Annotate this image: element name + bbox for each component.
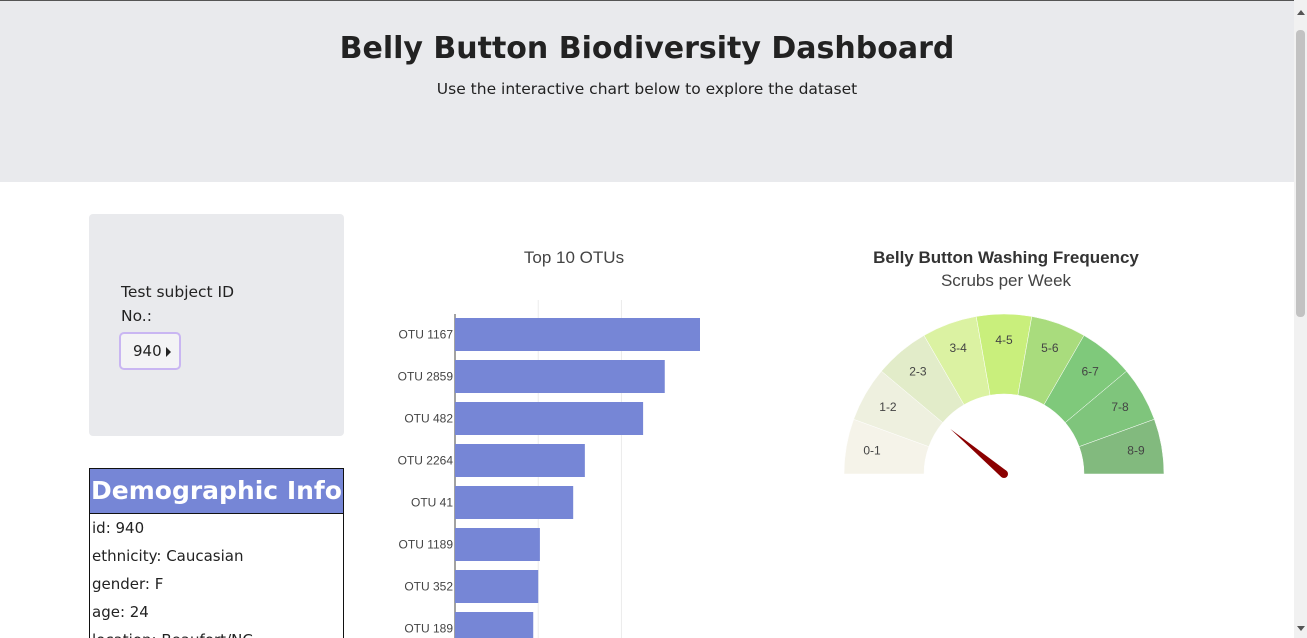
bar-chart-tick-label: OTU 1189 (399, 538, 454, 552)
gauge-needle (950, 429, 1007, 478)
gauge-segment-label: 4-5 (995, 333, 1013, 347)
caret-right-icon (165, 346, 171, 357)
subject-id-dropdown[interactable]: 940 (119, 332, 181, 370)
bar-chart-bar[interactable] (455, 570, 539, 603)
gauge-segment-label: 8-9 (1127, 444, 1145, 458)
bar-chart-tick-label: OTU 41 (411, 496, 453, 510)
subject-selector-label: Test subject ID No.: (121, 283, 235, 325)
bar-chart-tick-label: OTU 2264 (398, 454, 454, 468)
demographic-info-body: id: 940 ethnicity: Caucasian gender: F age:… (90, 514, 343, 638)
subject-selector-panel: Test subject ID No.: 940 (89, 214, 344, 436)
bar-chart-bar[interactable] (455, 528, 540, 561)
gauge-segment-label: 1-2 (879, 400, 897, 414)
demographic-row: gender: F (92, 575, 164, 593)
scroll-down-arrow-icon[interactable] (1297, 626, 1305, 631)
bar-chart-bar[interactable] (455, 486, 574, 519)
demographic-row: location: Beaufort/NC (92, 626, 343, 638)
gauge-segment-label: 7-8 (1111, 400, 1129, 414)
demographic-info-heading: Demographic Info (90, 469, 343, 514)
subject-id-selected-value: 940 (133, 342, 162, 360)
dashboard-page: Belly Button Biodiversity Dashboard Use … (0, 0, 1307, 638)
bar-chart-title: Top 10 OTUs (523, 248, 625, 267)
gauge-segment-label: 5-6 (1041, 341, 1059, 355)
bar-chart-tick-label: OTU 482 (404, 412, 453, 426)
bar-chart-bar[interactable] (455, 444, 585, 477)
bar-chart-tick-label: OTU 2859 (398, 370, 454, 384)
demographic-row: ethnicity: Caucasian (92, 547, 244, 565)
vertical-scrollbar[interactable] (1294, 0, 1307, 638)
scroll-up-arrow-icon[interactable] (1297, 10, 1305, 15)
gauge-segment-label: 6-7 (1081, 364, 1099, 378)
page-subtitle: Use the interactive chart below to explo… (436, 80, 858, 98)
top-otus-bar-chart: OTU 1167 OTU 2859 OTU 482 OTU 2264 OTU 41 OTU… (398, 300, 700, 638)
bar-chart-bar[interactable] (455, 318, 700, 351)
scrollbar-thumb[interactable] (1296, 30, 1305, 317)
bar-chart-bar[interactable] (455, 402, 644, 435)
header-banner: Belly Button Biodiversity Dashboard Use … (0, 1, 1294, 182)
gauge-chart-subtitle: Scrubs per Week (940, 271, 1072, 290)
bar-chart-tick-label: OTU 189 (404, 622, 453, 636)
demographic-row: id: 940 (92, 519, 145, 537)
gauge-chart-title: Belly Button Washing Frequency (873, 248, 1139, 267)
gauge-segment-label: 3-4 (949, 341, 967, 355)
gauge-segment-label: 2-3 (909, 364, 927, 378)
bar-chart-bar[interactable] (455, 360, 665, 393)
bar-chart-tick-label: OTU 1167 (399, 328, 454, 342)
demographic-info-panel: Demographic Info id: 940 ethnicity: Cauca… (89, 468, 344, 638)
bar-chart-bar[interactable] (455, 612, 534, 638)
gauge-segment-label: 0-1 (863, 444, 881, 458)
page-title: Belly Button Biodiversity Dashboard (339, 31, 955, 66)
gauge-needle-hub (1000, 470, 1008, 478)
demographic-row: age: 24 (92, 603, 149, 621)
washing-frequency-gauge: 0-1 1-2 2-3 3-4 4-5 5-6 6-7 7-8 8-9 (843, 313, 1165, 478)
bar-chart-tick-label: OTU 352 (404, 580, 453, 594)
